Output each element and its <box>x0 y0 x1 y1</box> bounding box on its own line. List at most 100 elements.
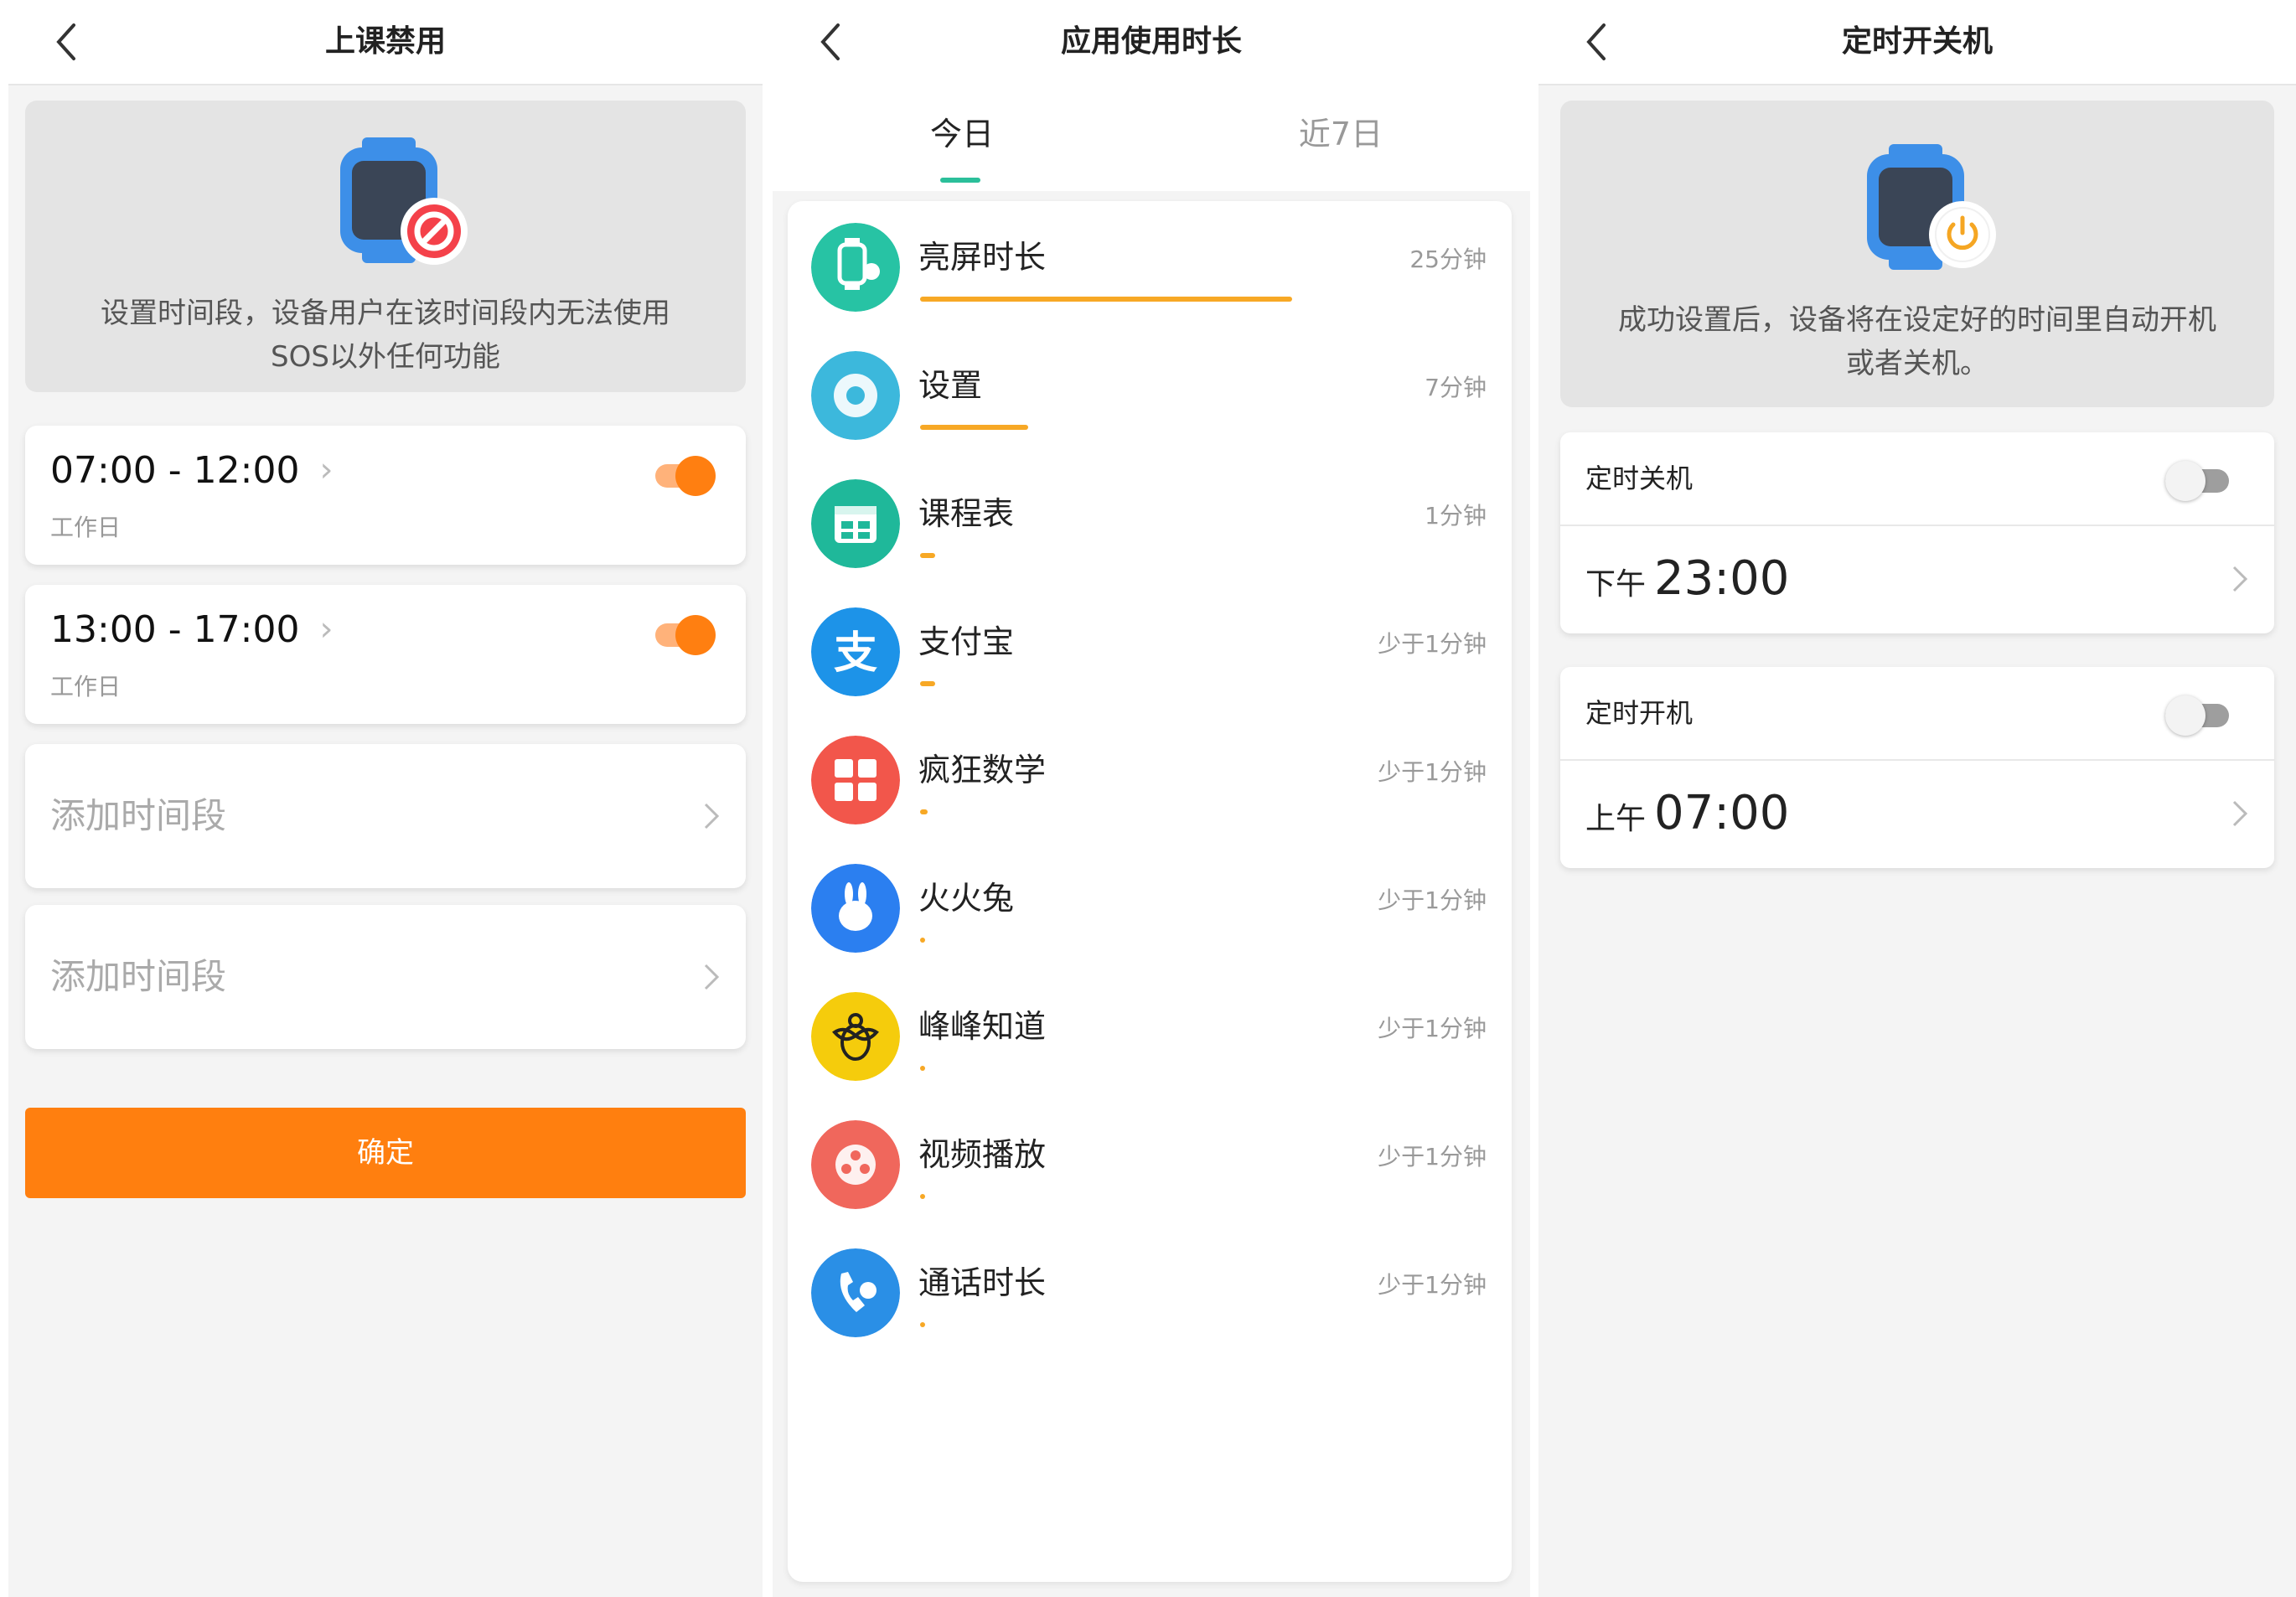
tab-today[interactable]: 今日 <box>773 84 1151 191</box>
app-usage-screen: 应用使用时长 今日 近7日 亮屏时长 25分钟 设置 7分钟 课程表 1分钟支支付宝 少于1… <box>773 0 1530 1597</box>
add-period-button[interactable]: 添加时间段 <box>25 905 746 1049</box>
schedule-label: 定时关机 <box>1585 463 1694 494</box>
repeat-days: 工作日 <box>50 673 122 700</box>
time-range: 07:00 - 12:00 › <box>50 449 333 492</box>
rabbit-icon <box>811 864 900 953</box>
chevron-right-icon <box>704 964 720 990</box>
repeat-days: 工作日 <box>50 514 122 541</box>
time-period: 上午 <box>1585 802 1647 836</box>
info-banner: 设置时间段，设备用户在该时间段内无法使用SOS以外任何功能 <box>25 101 746 392</box>
info-text: 设置时间段，设备用户在该时间段内无法使用SOS以外任何功能 <box>101 297 670 374</box>
app-usage-row[interactable]: 课程表 1分钟 <box>788 464 1512 592</box>
usage-bar <box>920 1066 925 1071</box>
gear-icon <box>811 351 900 440</box>
chevron-right-icon <box>2232 800 2248 827</box>
time-range: 13:00 - 17:00 › <box>50 608 333 651</box>
page-title: 定时开关机 <box>1841 24 1993 59</box>
app-duration: 7分钟 <box>1425 374 1487 401</box>
app-duration: 1分钟 <box>1425 502 1487 530</box>
chevron-right-icon <box>704 803 720 830</box>
scheduled-power-screen: 定时开关机 成功设置后，设备将在设定好的时间里自动开机或者关机。 定时关机 下午… <box>1538 0 2296 1597</box>
app-usage-row[interactable]: 视频播放 少于1分钟 <box>788 1105 1512 1233</box>
app-usage-row[interactable]: 峰峰知道 少于1分钟 <box>788 977 1512 1105</box>
confirm-button[interactable]: 确定 <box>25 1108 746 1198</box>
info-banner: 成功设置后，设备将在设定好的时间里自动开机或者关机。 <box>1560 101 2274 407</box>
app-name: 峰峰知道 <box>918 1008 1047 1045</box>
app-duration: 少于1分钟 <box>1378 758 1487 786</box>
header: 上课禁用 <box>8 0 763 85</box>
add-period-label: 添加时间段 <box>50 795 227 836</box>
app-duration: 少于1分钟 <box>1378 1015 1487 1042</box>
app-duration: 少于1分钟 <box>1378 886 1487 914</box>
app-name: 课程表 <box>918 495 1015 532</box>
time-period-card[interactable]: 07:00 - 12:00 › 工作日 <box>25 426 746 565</box>
class-mode-screen: 上课禁用 设置时间段，设备用户在该时间段内无法使用SOS以外任何功能 07:00… <box>8 0 763 1597</box>
info-text: 成功设置后，设备将在设定好的时间里自动开机或者关机。 <box>1618 303 2216 380</box>
app-name: 火火兔 <box>918 880 1015 917</box>
page-title: 上课禁用 <box>324 24 446 59</box>
phone-icon <box>811 1248 900 1337</box>
time-range-text: 13:00 - 17:00 <box>50 608 300 651</box>
watch-blocked-icon <box>340 137 468 265</box>
svg-text:支: 支 <box>834 629 877 678</box>
bee-icon <box>811 992 900 1081</box>
app-usage-row[interactable]: 疯狂数学 少于1分钟 <box>788 721 1512 849</box>
page-title: 应用使用时长 <box>1060 24 1242 59</box>
film-reel-icon <box>811 1120 900 1209</box>
app-usage-row[interactable]: 设置 7分钟 <box>788 336 1512 464</box>
app-usage-row[interactable]: 支 支付宝 少于1分钟 <box>788 592 1512 721</box>
time-value: 07:00 <box>1654 786 1790 840</box>
period-toggle[interactable] <box>655 456 716 496</box>
scheduled-startup-card: 定时开机 上午 07:00 <box>1560 667 2274 868</box>
tab-label: 近7日 <box>1298 116 1383 152</box>
app-name: 设置 <box>918 367 983 404</box>
schedule-label: 定时开机 <box>1585 697 1694 729</box>
app-name: 疯狂数学 <box>918 752 1047 788</box>
chevron-right-icon: › <box>319 610 334 649</box>
app-name: 支付宝 <box>918 623 1015 660</box>
app-name: 通话时长 <box>918 1264 1047 1301</box>
tab-last-7-days[interactable]: 近7日 <box>1151 84 1530 191</box>
header: 定时开关机 <box>1538 0 2296 85</box>
time-value: 23:00 <box>1654 551 1790 606</box>
usage-bar <box>920 809 928 814</box>
period-toggle[interactable] <box>655 615 716 655</box>
calculator-icon <box>811 736 900 824</box>
active-tab-indicator <box>940 178 980 183</box>
usage-bar <box>920 1322 925 1327</box>
usage-bar <box>920 1194 925 1199</box>
usage-bar <box>920 681 935 686</box>
shutdown-time[interactable]: 下午 23:00 <box>1585 526 1789 632</box>
usage-bar <box>920 938 925 943</box>
app-duration: 少于1分钟 <box>1378 1143 1487 1171</box>
chevron-right-icon <box>2232 566 2248 592</box>
tab-label: 今日 <box>929 116 994 152</box>
app-name: 视频播放 <box>918 1136 1047 1173</box>
app-duration: 少于1分钟 <box>1378 1271 1487 1299</box>
chevron-right-icon: › <box>319 451 334 489</box>
app-usage-row[interactable]: 亮屏时长 25分钟 <box>788 208 1512 336</box>
alipay-icon: 支 <box>811 607 900 696</box>
usage-bar <box>920 553 935 558</box>
app-name: 亮屏时长 <box>918 239 1047 276</box>
app-usage-row[interactable]: 火火兔 少于1分钟 <box>788 849 1512 977</box>
app-usage-list: 亮屏时长 25分钟 设置 7分钟 课程表 1分钟支支付宝 少于1分钟 疯狂数学 少于1分钟 火火兔… <box>788 201 1512 1582</box>
app-duration: 25分钟 <box>1409 245 1487 273</box>
scheduled-shutdown-card: 定时关机 下午 23:00 <box>1560 432 2274 633</box>
startup-toggle[interactable] <box>2165 694 2229 736</box>
time-period: 下午 <box>1585 567 1647 602</box>
time-range-text: 07:00 - 12:00 <box>50 449 300 492</box>
header: 应用使用时长 <box>773 0 1530 85</box>
usage-bar <box>920 425 1028 430</box>
period-tabs: 今日 近7日 <box>773 84 1530 191</box>
startup-time[interactable]: 上午 07:00 <box>1585 761 1789 866</box>
watch-screen-icon <box>811 223 900 312</box>
time-period-card[interactable]: 13:00 - 17:00 › 工作日 <box>25 585 746 724</box>
usage-bar <box>920 297 1292 302</box>
app-usage-row[interactable]: 通话时长 少于1分钟 <box>788 1233 1512 1362</box>
shutdown-toggle[interactable] <box>2165 459 2229 501</box>
app-duration: 少于1分钟 <box>1378 630 1487 658</box>
watch-power-icon <box>1867 144 1996 270</box>
add-period-button[interactable]: 添加时间段 <box>25 744 746 888</box>
calendar-icon <box>811 479 900 568</box>
